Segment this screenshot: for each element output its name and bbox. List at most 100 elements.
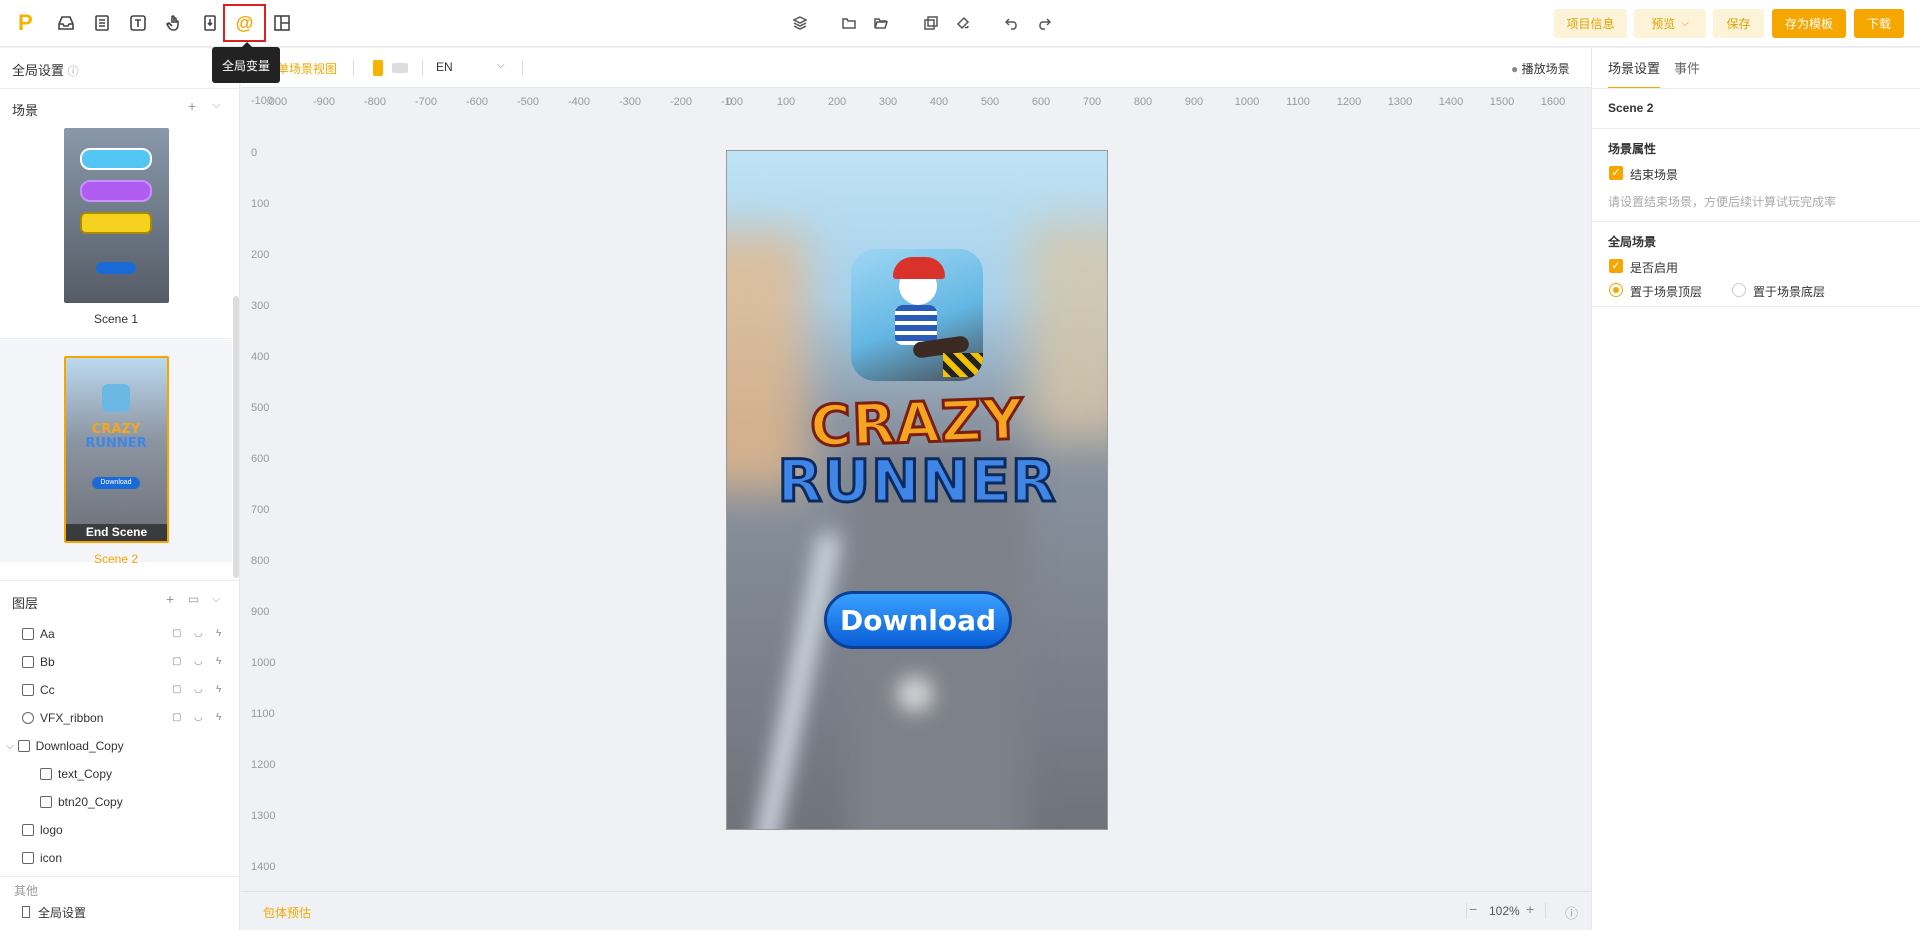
end-scene-checkbox[interactable]: ✓ (1609, 166, 1623, 180)
theme-swatch-gray[interactable] (392, 63, 408, 73)
ruler-tick: 1200 (251, 759, 276, 771)
paint-icon[interactable] (956, 16, 970, 30)
bottom-layer-label[interactable]: 置于场景底层 (1753, 283, 1825, 300)
ruler-tick: 1600 (1540, 96, 1566, 108)
top-layer-radio[interactable] (1609, 283, 1623, 297)
text-icon[interactable] (126, 11, 150, 35)
save-template-button[interactable]: 存为模板 (1772, 9, 1846, 38)
bolt-icon[interactable]: ϟ (216, 713, 226, 723)
scene1-label[interactable]: Scene 1 (0, 312, 232, 326)
scenes-scrollbar[interactable] (233, 296, 239, 578)
folder-open-icon[interactable] (874, 16, 889, 30)
global-settings-title[interactable]: 全局设置 ⓘ (12, 60, 79, 79)
chevron-down-icon[interactable]: ⌵ (6, 741, 14, 752)
redo-icon[interactable] (1037, 16, 1052, 30)
download-button[interactable]: 下载 (1854, 9, 1904, 38)
lock-icon[interactable]: ▢ (172, 685, 182, 695)
layer-row[interactable]: Bb ▢ ◡ ϟ (0, 648, 240, 676)
other-header: 其他 (14, 884, 39, 898)
copy-icon[interactable] (924, 16, 938, 30)
preview-button[interactable]: 预览 ⌵ (1634, 9, 1706, 38)
layer-row[interactable]: Cc ▢ ◡ ϟ (0, 676, 240, 704)
package-estimate-link[interactable]: 包体预估 (263, 904, 311, 921)
global-variables-button[interactable]: @ (223, 4, 266, 42)
panel-layout-icon[interactable] (270, 11, 294, 35)
lock-icon[interactable]: ▢ (172, 629, 182, 639)
help-icon[interactable]: ⓘ (1565, 903, 1578, 922)
layer-row[interactable]: btn20_Copy (0, 788, 240, 816)
scene-canvas[interactable]: CRAZY RUNNER Download (726, 150, 1108, 830)
add-scene-icon[interactable]: + (188, 98, 196, 114)
scenes-header: 场景 (12, 103, 39, 118)
scene2-thumbnail[interactable]: CRAZY RUNNER Download End Scene (64, 356, 169, 543)
vertical-ruler: -100 0 100 200 300 400 500 600 700 800 9… (241, 89, 275, 891)
folder-icon[interactable] (842, 16, 856, 30)
layer-row[interactable]: icon (0, 844, 240, 872)
theme-swatch-yellow[interactable] (373, 60, 383, 76)
vfx-glow (897, 676, 933, 712)
play-scene-button[interactable]: ● 播放场景 (1511, 60, 1570, 77)
ruler-tick: 600 (251, 453, 270, 465)
undo-icon[interactable] (1004, 16, 1019, 30)
app-logo[interactable]: P (18, 12, 38, 34)
scene2-thumb-download: Download (92, 477, 140, 489)
ruler-tick: 1300 (251, 810, 276, 822)
play-icon: ● (1511, 62, 1519, 76)
top-toolbar: P @ 项目信息 预览 ⌵ 保存 存为模板 下载 (0, 0, 1920, 47)
zoom-level[interactable]: 102% (1489, 904, 1520, 918)
layer-row[interactable]: logo (0, 816, 240, 844)
visibility-icon[interactable]: ◡ (194, 685, 204, 695)
ruler-tick: 700 (251, 504, 270, 516)
ruler-tick: 1100 (1286, 96, 1310, 108)
phone-download-icon[interactable] (198, 11, 222, 35)
bolt-icon[interactable]: ϟ (216, 657, 226, 667)
lock-icon[interactable]: ▢ (172, 713, 182, 723)
layout-icon[interactable] (90, 11, 114, 35)
global-settings-item[interactable]: 全局设置 (0, 898, 240, 926)
ruler-tick: 1400 (251, 861, 276, 873)
language-select[interactable]: EN (436, 60, 453, 74)
save-button[interactable]: 保存 (1713, 9, 1764, 38)
enable-checkbox[interactable]: ✓ (1609, 259, 1623, 273)
bottom-layer-radio[interactable] (1732, 283, 1746, 297)
tab-scene-settings[interactable]: 场景设置 (1608, 58, 1661, 89)
ruler-tick-zero: 0 (725, 96, 733, 108)
collapse-layers-icon[interactable]: ⌵ (212, 593, 220, 606)
end-scene-tag: End Scene (66, 524, 167, 541)
lock-icon[interactable]: ▢ (172, 657, 182, 667)
bolt-icon[interactable]: ϟ (216, 629, 226, 639)
game-icon-image[interactable] (851, 249, 983, 381)
inbox-icon[interactable] (54, 11, 78, 35)
ruler-tick: 1500 (1489, 96, 1515, 108)
top-layer-label[interactable]: 置于场景顶层 (1630, 283, 1702, 300)
add-layer-icon[interactable]: + (166, 591, 174, 607)
hand-icon[interactable] (162, 11, 186, 35)
layer-group-row[interactable]: ⌵ Download_Copy (0, 732, 240, 760)
ruler-tick: 800 (1133, 96, 1153, 108)
scene2-label[interactable]: Scene 2 (0, 552, 232, 566)
project-info-button[interactable]: 项目信息 (1554, 9, 1627, 38)
visibility-icon[interactable]: ◡ (194, 713, 204, 723)
scene1-thumbnail[interactable] (64, 128, 169, 303)
bolt-icon[interactable]: ϟ (216, 685, 226, 695)
tab-events[interactable]: 事件 (1674, 58, 1700, 77)
single-scene-view-toggle[interactable]: 单场景视图 (277, 60, 337, 77)
global-scene-title: 全局场景 (1608, 235, 1657, 249)
layers-stack-icon[interactable] (792, 16, 808, 30)
visibility-icon[interactable]: ◡ (194, 629, 204, 639)
collapse-scenes-icon[interactable]: ⌵ (212, 99, 220, 112)
help-icon[interactable]: ⓘ (68, 66, 79, 78)
layer-row[interactable]: text_Copy (0, 760, 240, 788)
logo-title-runner[interactable]: RUNNER (727, 446, 1107, 517)
language-chevron-icon[interactable]: ⌵ (497, 60, 505, 71)
folder-add-icon[interactable]: ▭ (188, 592, 199, 606)
ruler-tick: 300 (251, 300, 270, 312)
layer-row[interactable]: VFX_ribbon ▢ ◡ ϟ (0, 704, 240, 732)
scene-props-title: 场景属性 (1608, 142, 1657, 156)
visibility-icon[interactable]: ◡ (194, 657, 204, 667)
canvas-download-button[interactable]: Download (824, 591, 1012, 649)
folder-icon (17, 740, 30, 752)
zoom-out-icon[interactable]: − (1469, 901, 1477, 917)
layer-row[interactable]: Aa ▢ ◡ ϟ (0, 620, 240, 648)
zoom-in-icon[interactable]: + (1526, 901, 1534, 917)
